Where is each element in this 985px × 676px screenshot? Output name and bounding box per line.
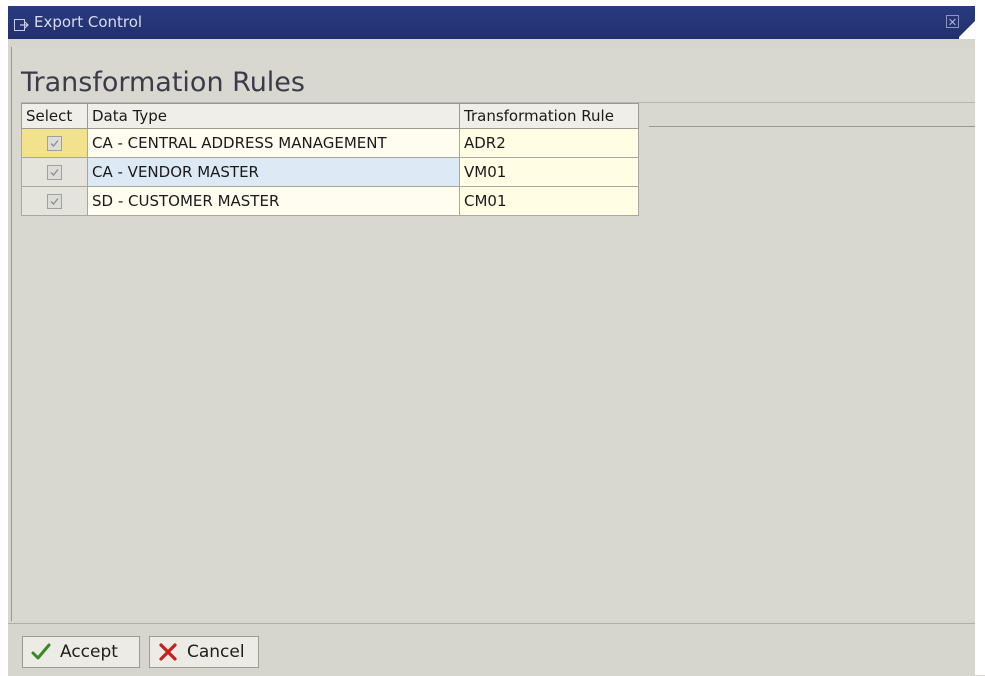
export-icon [14,16,29,31]
select-checkbox[interactable] [47,165,62,180]
accept-label: Accept [60,642,118,662]
content-panel: Transformation Rules Select Data Type Tr… [11,47,985,621]
select-cell[interactable] [21,128,88,158]
cancel-button[interactable]: Cancel [149,636,259,668]
close-icon[interactable]: ✕ [946,15,959,29]
select-cell[interactable] [21,186,88,216]
select-checkbox[interactable] [47,194,62,209]
column-header-select[interactable]: Select [21,103,88,129]
column-header-data-type[interactable]: Data Type [87,103,460,129]
page-title: Transformation Rules [21,67,305,98]
table-row[interactable]: CA - VENDOR MASTER VM01 [21,157,639,187]
table-row[interactable]: SD - CUSTOMER MASTER CM01 [21,186,639,216]
data-type-cell: SD - CUSTOMER MASTER [87,186,460,216]
button-bar: Accept Cancel [8,623,985,676]
title-bar: Export Control ✕ [8,6,985,39]
export-control-dialog: Export Control ✕ Transformation Rules Se… [8,6,985,676]
table-row[interactable]: CA - CENTRAL ADDRESS MANAGEMENT ADR2 [21,128,639,158]
transformation-rule-cell[interactable]: ADR2 [459,128,639,158]
cancel-label: Cancel [187,642,245,662]
data-type-cell: CA - CENTRAL ADDRESS MANAGEMENT [87,128,460,158]
select-checkbox[interactable] [47,136,62,151]
select-cell[interactable] [21,157,88,187]
checkmark-icon [31,643,51,661]
cross-icon [158,643,178,661]
table-header-row: Select Data Type Transformation Rule [21,103,639,129]
header-extension [649,103,985,127]
accept-button[interactable]: Accept [22,636,140,668]
data-type-cell: CA - VENDOR MASTER [87,157,460,187]
column-header-transformation-rule[interactable]: Transformation Rule [459,103,639,129]
window-title: Export Control [34,13,143,31]
transformation-rule-cell[interactable]: VM01 [459,157,639,187]
transformation-rule-cell[interactable]: CM01 [459,186,639,216]
screen-edge [975,6,985,675]
transformation-rules-table: Select Data Type Transformation Rule CA … [21,103,639,216]
